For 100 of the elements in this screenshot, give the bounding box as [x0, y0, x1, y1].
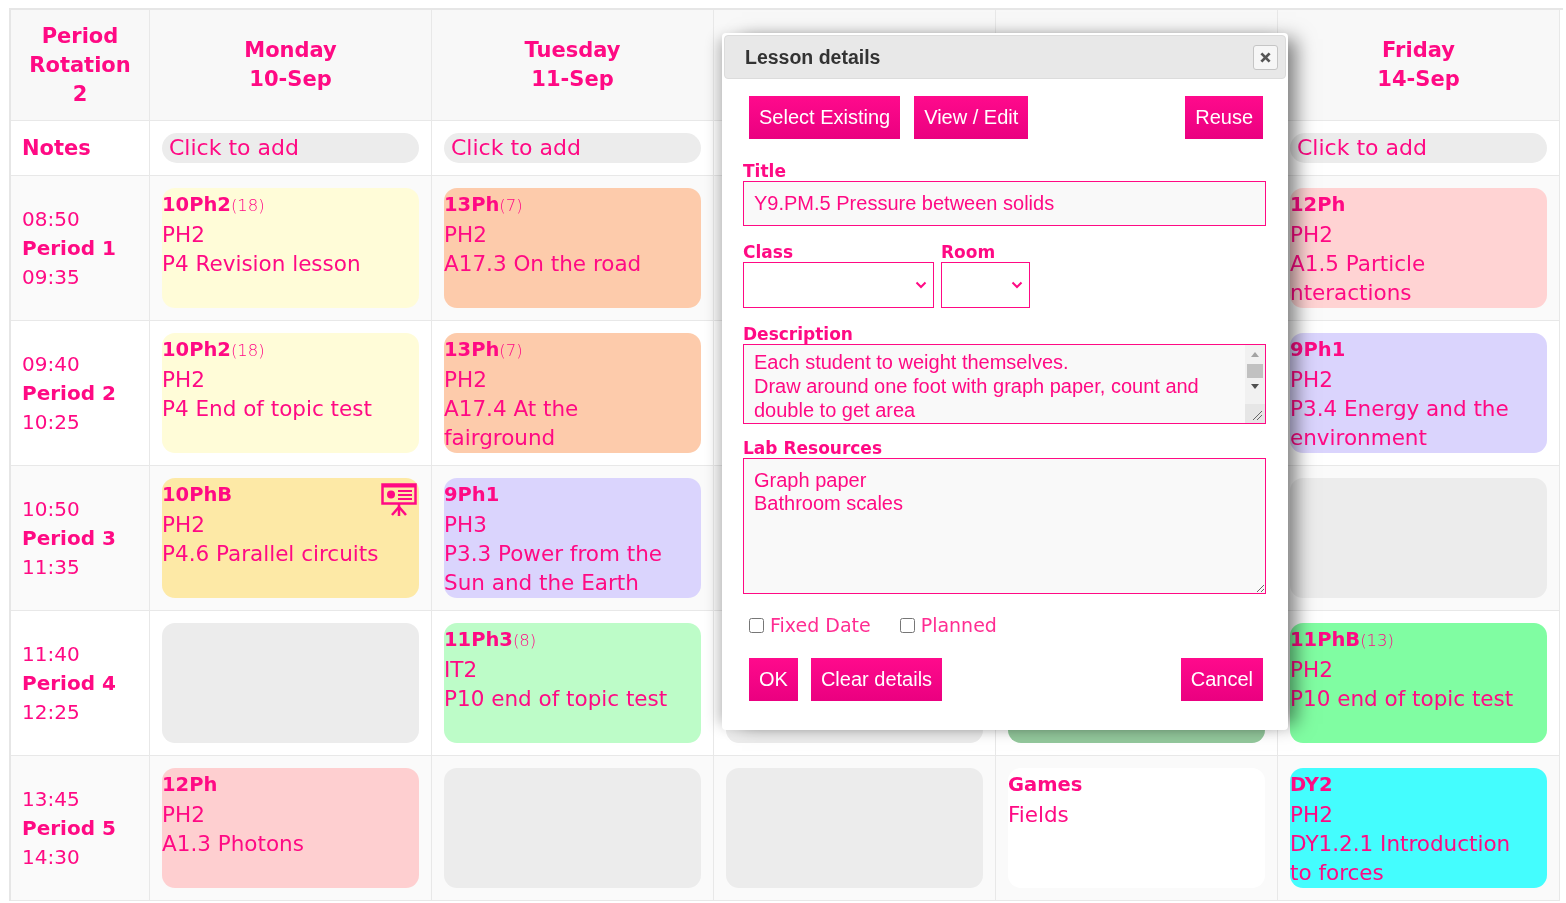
- start-time: 13:45: [22, 785, 80, 813]
- lesson-title: A17.4 At the fairground: [444, 395, 580, 452]
- chevron-down-icon: [1011, 281, 1023, 289]
- dialog-button[interactable]: OK: [749, 658, 798, 701]
- checkbox[interactable]: [749, 617, 764, 633]
- lesson-card[interactable]: 12Ph PH2 A1.5 Particle nteractions: [1290, 188, 1547, 308]
- end-time: 10:25: [22, 408, 80, 436]
- period-name: Period 4: [22, 669, 116, 697]
- lesson-card[interactable]: 10Ph2(18) PH2 P4 Revision lesson: [162, 188, 419, 308]
- class-code: 12Ph: [162, 773, 218, 796]
- class-select[interactable]: [743, 262, 934, 308]
- lesson-title: P10 end of topic test: [1290, 685, 1514, 713]
- class-code: 9Ph1: [444, 483, 500, 506]
- class-code: 11PhB: [1290, 628, 1361, 651]
- class-code: 10Ph2: [162, 193, 231, 216]
- room-code: PH2: [444, 366, 487, 394]
- class-code: 10PhB: [162, 483, 233, 506]
- end-time: 12:25: [22, 698, 80, 726]
- room-select[interactable]: [941, 262, 1030, 308]
- period-name: Period 3: [22, 524, 116, 552]
- student-count: (18): [230, 341, 265, 360]
- dialog-title: Lesson details: [745, 45, 881, 69]
- lesson-title: P3.3 Power from the Sun and the Earth: [444, 540, 663, 597]
- lesson-title: A1.3 Photons: [162, 830, 304, 858]
- day-heading: Monday: [244, 37, 337, 64]
- student-count: (7): [499, 196, 523, 215]
- field-label: Class: [743, 242, 793, 262]
- student-count: (7): [499, 341, 523, 360]
- lesson-title: P4 End of topic test: [162, 395, 372, 423]
- start-time: 09:40: [22, 350, 80, 378]
- dialog-button[interactable]: Select Existing: [749, 96, 901, 139]
- student-count: (18): [230, 196, 265, 215]
- lesson-title: DY1.2.1 Introduction to forces: [1290, 830, 1512, 887]
- class-code: 13Ph: [444, 338, 500, 361]
- start-time: 10:50: [22, 495, 80, 523]
- class-code: 12Ph: [1290, 193, 1346, 216]
- title-input[interactable]: Y9.PM.5 Pressure between solids: [743, 181, 1266, 226]
- date-heading: 10-Sep: [249, 66, 332, 93]
- class-code: Games: [1008, 773, 1083, 796]
- lesson-card[interactable]: 11Ph3(8) IT2 P10 end of topic test: [444, 623, 701, 743]
- dialog-button[interactable]: Cancel: [1180, 658, 1263, 701]
- start-time: 08:50: [22, 205, 80, 233]
- date-heading: 11-Sep: [531, 66, 614, 93]
- lesson-card[interactable]: 13Ph(7) PH2 A17.4 At the fairground: [444, 333, 701, 453]
- lesson-card[interactable]: 11PhB(13) PH2 P10 end of topic test: [1290, 623, 1547, 743]
- class-code: DY2: [1290, 773, 1333, 796]
- lesson-title: A17.3 On the road: [444, 250, 642, 278]
- room-code: IT2: [444, 656, 478, 684]
- lesson-card[interactable]: DY2 PH2 DY1.2.1 Introduction to forces: [1290, 768, 1547, 888]
- period-name: Period 1: [22, 234, 116, 262]
- dialog-button[interactable]: Clear details: [810, 658, 943, 701]
- lesson-title: P4 Revision lesson: [162, 250, 361, 278]
- class-code: 13Ph: [444, 193, 500, 216]
- lesson-card[interactable]: Games Fields: [1008, 768, 1265, 888]
- room-code: PH2: [162, 511, 205, 539]
- description-field[interactable]: Each student to weight themselves. Draw around one foot with graph paper, count and double to get area: [743, 344, 1266, 424]
- dialog-button[interactable]: View / Edit: [914, 96, 1029, 139]
- end-time: 11:35: [22, 553, 80, 581]
- start-time: 11:40: [22, 640, 80, 668]
- checkbox[interactable]: [899, 617, 915, 633]
- lesson-card[interactable]: 9Ph1 PH2 P3.4 Energy and the environment: [1290, 333, 1547, 453]
- room-code: Fields: [1008, 801, 1069, 829]
- lab-resources-field[interactable]: Graph paper Bathroom scales: [743, 458, 1266, 594]
- checkbox-label[interactable]: Fixed Date: [770, 614, 871, 636]
- room-code: PH2: [1290, 366, 1333, 394]
- close-button[interactable]: [1253, 44, 1278, 70]
- scrollbar[interactable]: [1245, 345, 1265, 423]
- dialog-button[interactable]: Reuse: [1185, 96, 1263, 139]
- room-code: PH2: [162, 366, 205, 394]
- lesson-card[interactable]: 10PhB PH2 P4.6 Parallel circuits: [162, 478, 419, 598]
- add-note-button[interactable]: Click to add: [444, 133, 701, 163]
- lesson-card[interactable]: 10Ph2(18) PH2 P4 End of topic test: [162, 333, 419, 453]
- student-count: (13): [1360, 631, 1395, 650]
- field-label: Description: [743, 324, 853, 344]
- student-count: (8): [512, 631, 537, 650]
- add-note-button[interactable]: Click to add: [1290, 133, 1547, 163]
- checkbox-label[interactable]: Planned: [920, 614, 997, 636]
- room-code: PH2: [1290, 801, 1333, 829]
- add-note-button[interactable]: Click to add: [162, 133, 419, 163]
- date-heading: 14-Sep: [1377, 66, 1460, 93]
- period-name: Period 2: [22, 379, 116, 407]
- day-heading: Tuesday: [524, 37, 621, 64]
- class-code: 10Ph2: [162, 338, 231, 361]
- day-heading: Friday: [1382, 37, 1455, 64]
- room-code: PH2: [444, 221, 487, 249]
- close-icon: [1260, 51, 1271, 63]
- end-time: 14:30: [22, 843, 80, 871]
- lesson-title: P3.4 Energy and the environment: [1290, 395, 1510, 452]
- lesson-card[interactable]: 12Ph PH2 A1.3 Photons: [162, 768, 419, 888]
- field-label: Lab Resources: [743, 438, 883, 458]
- chevron-down-icon: [915, 281, 927, 289]
- field-label: Room: [941, 242, 996, 262]
- period-name: Period 5: [22, 814, 116, 842]
- lesson-card[interactable]: 9Ph1 PH3 P3.3 Power from the Sun and the Earth: [444, 478, 701, 598]
- room-code: PH2: [1290, 656, 1333, 684]
- class-code: 11Ph3: [444, 628, 513, 651]
- lesson-title: P4.6 Parallel circuits: [162, 540, 379, 568]
- lesson-title: A1.5 Particle nteractions: [1290, 250, 1427, 307]
- end-time: 09:35: [22, 263, 80, 291]
- lesson-card[interactable]: 13Ph(7) PH2 A17.3 On the road: [444, 188, 701, 308]
